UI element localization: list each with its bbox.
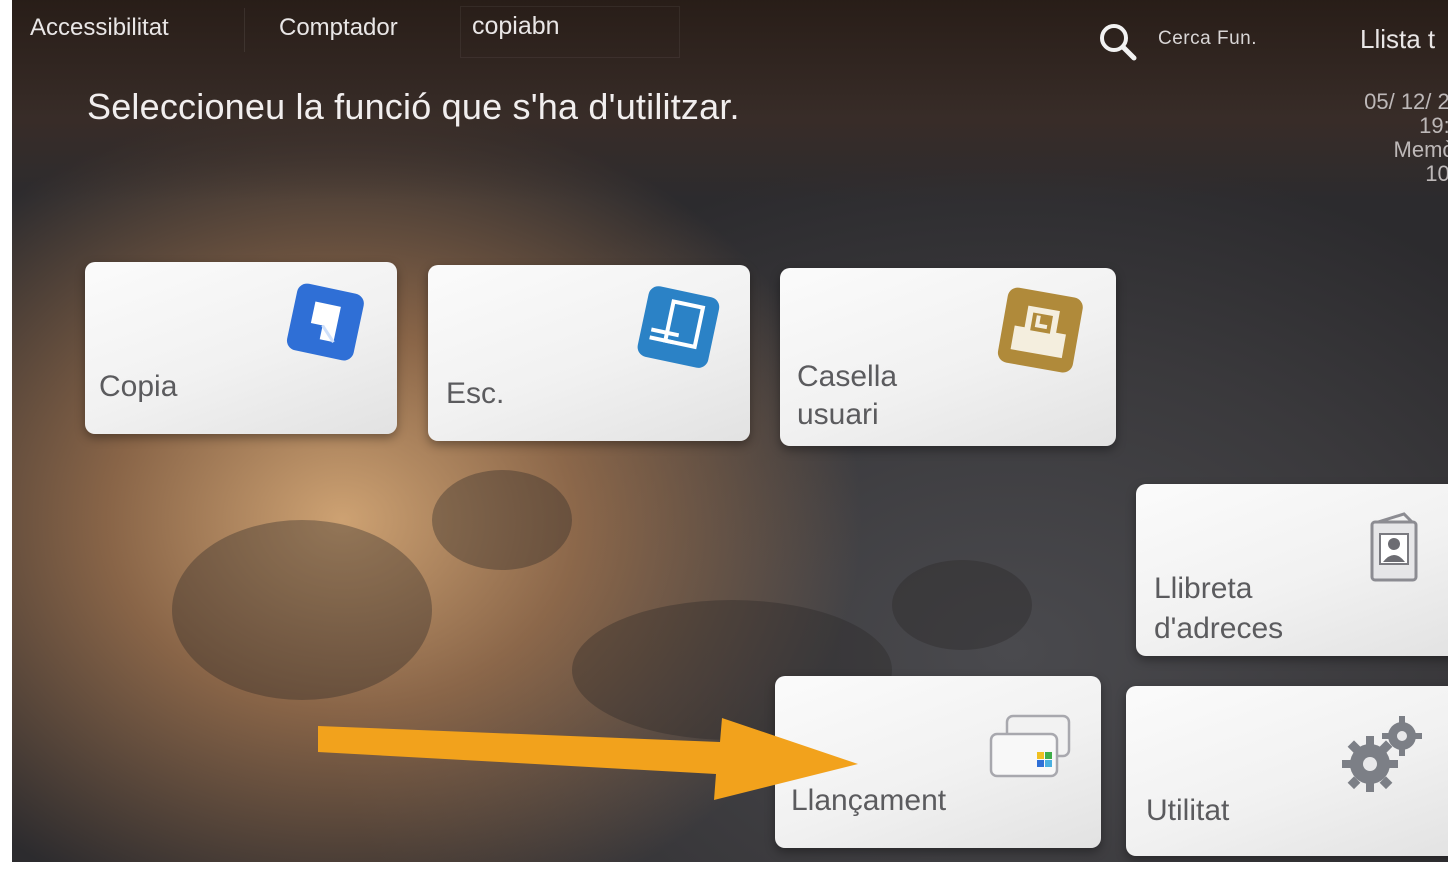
user-box-icon — [997, 287, 1083, 373]
counter-tab[interactable]: Comptador — [279, 14, 398, 42]
address-book-label-line2: d'adreces — [1154, 612, 1284, 645]
copy-tile[interactable]: Copia — [85, 262, 397, 434]
accessibility-tab[interactable]: Accessibilitat — [30, 14, 169, 42]
memory-label: Memòr — [1393, 137, 1448, 162]
copy-settings-label[interactable]: copiabn — [472, 12, 560, 41]
address-book-label-line1: Llibreta — [1154, 572, 1253, 605]
user-box-label-line2: usuari — [797, 398, 879, 431]
scan-label: Esc. — [446, 377, 505, 410]
orange-arrow-annotation — [318, 718, 858, 800]
gear-icon — [1342, 716, 1422, 792]
utility-label: Utilitat — [1146, 794, 1230, 827]
search-icon — [1100, 24, 1137, 61]
address-book-icon — [1370, 512, 1418, 582]
user-box-tile[interactable]: Casella usuari — [780, 268, 1116, 446]
date-text: 05/ 12/ 20 — [1364, 89, 1448, 114]
utility-tile[interactable]: Utilitat — [1126, 686, 1448, 856]
scan-icon — [637, 286, 720, 368]
time-text: 19:2 — [1419, 113, 1448, 138]
scan-tile[interactable]: Esc. — [428, 265, 750, 441]
function-list-button[interactable]: Llista t — [1360, 24, 1435, 55]
copy-label: Copia — [99, 370, 178, 403]
launch-icon — [989, 714, 1071, 778]
copy-icon — [286, 283, 364, 361]
tab-divider — [244, 8, 245, 52]
search-function-button[interactable] — [1096, 20, 1140, 64]
instruction-text: Seleccioneu la funció que s'ha d'utilitz… — [87, 86, 740, 127]
search-function-label[interactable]: Cerca Fun. — [1158, 28, 1257, 50]
memory-value: 100 — [1425, 161, 1448, 186]
address-book-tile[interactable]: Llibreta d'adreces — [1136, 484, 1448, 656]
status-panel: 05/ 12/ 20 19:2 Memòr 100 — [1282, 90, 1448, 186]
user-box-label-line1: Casella — [797, 360, 898, 393]
